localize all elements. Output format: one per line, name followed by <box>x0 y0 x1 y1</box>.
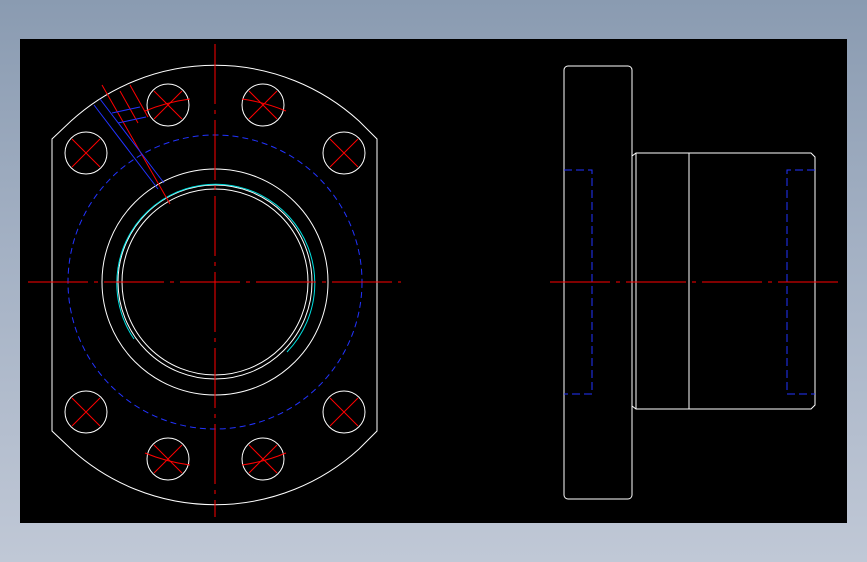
cad-drawing-canvas[interactable] <box>20 39 847 523</box>
cad-svg <box>28 44 838 517</box>
side-view <box>550 65 838 500</box>
thread-arc <box>116 183 316 353</box>
front-centerlines <box>28 44 401 517</box>
side-body <box>631 152 816 410</box>
front-view <box>28 44 401 517</box>
